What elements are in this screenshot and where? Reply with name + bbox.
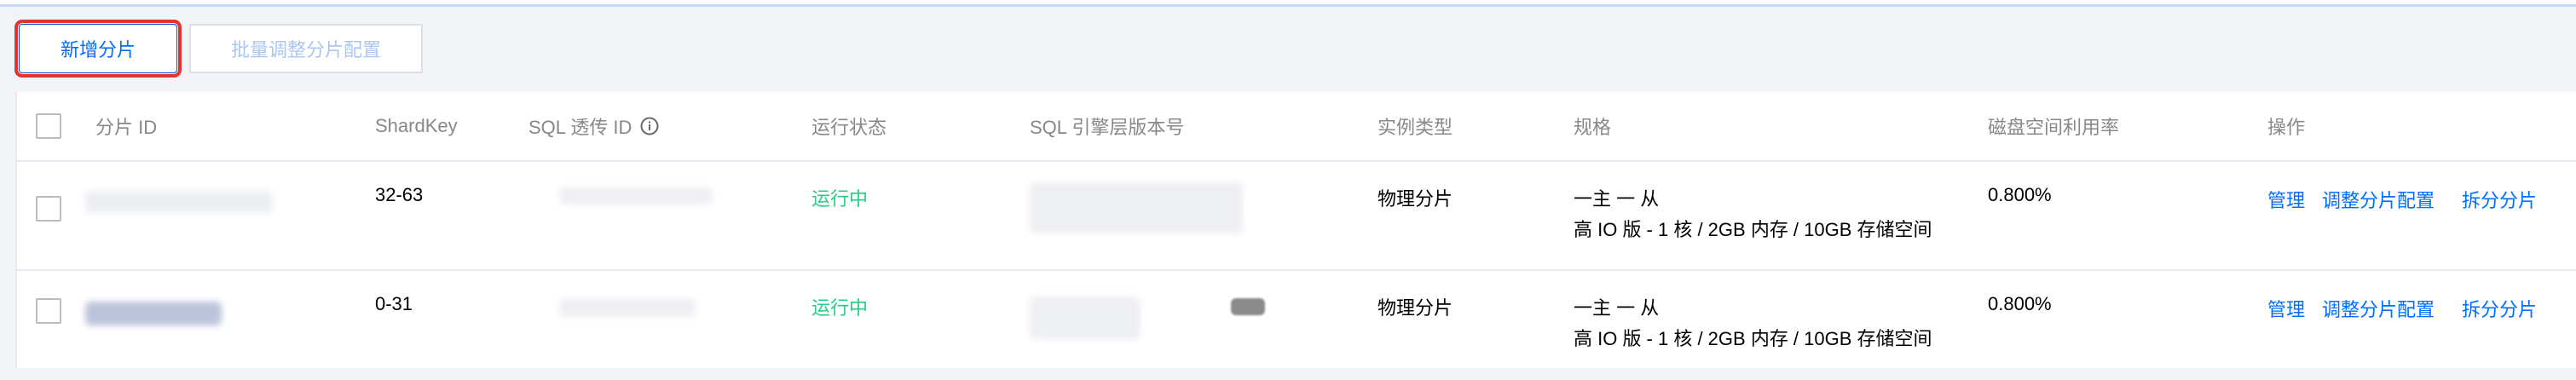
split-shard-link[interactable]: 拆分分片 <box>2462 186 2537 213</box>
disk-usage: 0.800% <box>1988 293 2052 314</box>
redacted-sql-passthrough-id <box>559 187 713 204</box>
column-header-instance-type: 实例类型 <box>1378 117 1453 138</box>
spec-resources: 高 IO 版 - 1 核 / 2GB 内存 / 10GB 存储空间 <box>1574 219 1932 240</box>
column-header-sql-passthrough-id: SQL 透传 ID <box>528 92 659 160</box>
table-row: 32-63 运行中 物理分片 一主 一 从 高 IO 版 - 1 核 / 2GB… <box>17 162 2576 271</box>
batch-adjust-shard-config-button: 批量调整分片配置 <box>189 24 423 73</box>
status-badge: 运行中 <box>811 188 869 210</box>
row-checkbox[interactable] <box>36 196 61 222</box>
table-header: 分片 ID ShardKey SQL 透传 ID 运行状态 SQL 引擎层版本号… <box>17 92 2576 162</box>
toolbar: 新增分片 批量调整分片配置 <box>0 7 2576 92</box>
select-all-checkbox[interactable] <box>36 113 61 139</box>
instance-type: 物理分片 <box>1378 297 1453 319</box>
column-header-spec: 规格 <box>1574 117 1612 138</box>
row-checkbox[interactable] <box>36 298 61 324</box>
spec-resources: 高 IO 版 - 1 核 / 2GB 内存 / 10GB 存储空间 <box>1574 328 1932 349</box>
redacted-sql-engine-version <box>1030 297 1141 339</box>
shard-key: 32-63 <box>375 184 424 205</box>
spec-replica-config: 一主 一 从 <box>1574 297 1660 319</box>
column-header-sql-engine-version: SQL 引擎层版本号 <box>1030 117 1185 138</box>
shard-table: 分片 ID ShardKey SQL 透传 ID 运行状态 SQL 引擎层版本号… <box>15 92 2576 368</box>
column-header-sql-passthrough-id-label: SQL 透传 ID <box>528 117 632 138</box>
redacted-sql-engine-version-mark <box>1231 298 1265 315</box>
column-header-disk-usage: 磁盘空间利用率 <box>1988 117 2120 138</box>
redacted-shard-id <box>85 302 222 325</box>
column-header-shard-id: 分片 ID <box>95 117 158 138</box>
shard-key: 0-31 <box>375 293 413 314</box>
column-header-status: 运行状态 <box>811 117 887 138</box>
split-shard-link[interactable]: 拆分分片 <box>2462 295 2537 322</box>
top-panel-edge <box>0 0 2576 7</box>
column-header-shardkey: ShardKey <box>375 115 458 136</box>
instance-type: 物理分片 <box>1378 188 1453 210</box>
manage-link[interactable]: 管理 <box>2267 186 2305 213</box>
redacted-sql-engine-version <box>1030 182 1243 233</box>
disk-usage: 0.800% <box>1988 184 2052 205</box>
add-shard-button[interactable]: 新增分片 <box>14 20 182 78</box>
adjust-shard-config-link[interactable]: 调整分片配置 <box>2322 186 2434 213</box>
status-badge: 运行中 <box>811 297 869 319</box>
redacted-shard-id <box>85 191 273 213</box>
info-circle-icon[interactable] <box>640 117 659 135</box>
manage-link[interactable]: 管理 <box>2267 295 2305 322</box>
table-row: 0-31 运行中 物理分片 一主 一 从 高 IO 版 - 1 核 / 2GB … <box>17 271 2576 380</box>
spec-replica-config: 一主 一 从 <box>1574 188 1660 210</box>
adjust-shard-config-link[interactable]: 调整分片配置 <box>2322 295 2434 322</box>
redacted-sql-passthrough-id <box>559 298 696 317</box>
column-header-actions: 操作 <box>2267 117 2306 138</box>
